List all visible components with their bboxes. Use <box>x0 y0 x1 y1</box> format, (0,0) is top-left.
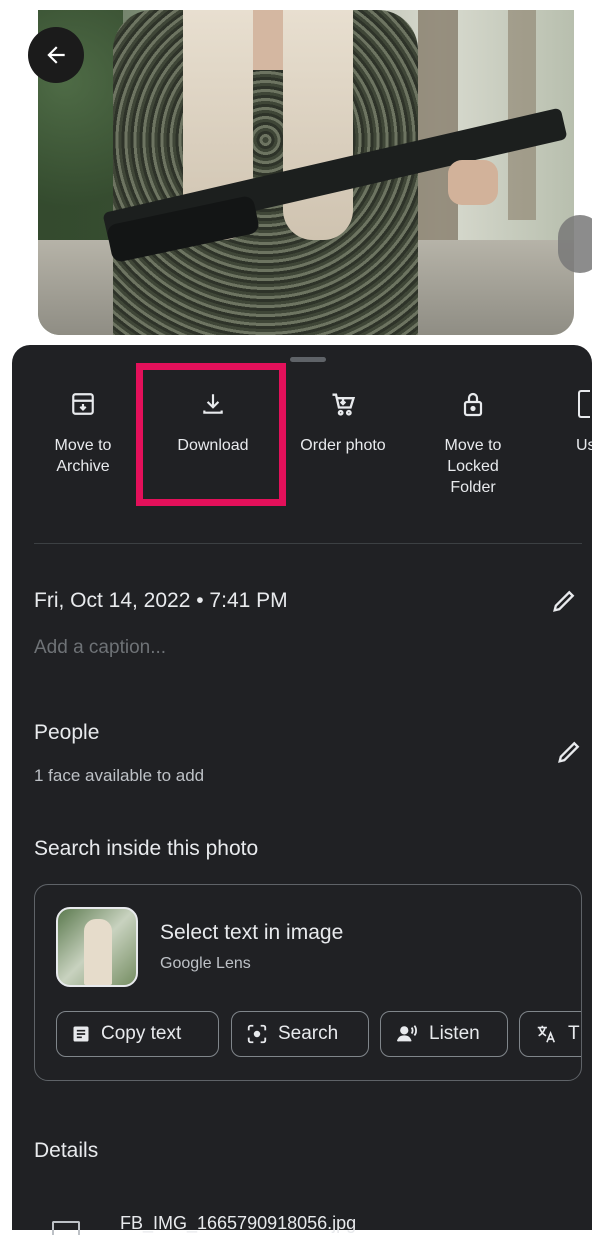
copy-text-chip[interactable]: Copy text <box>56 1011 219 1057</box>
translate-icon <box>537 1025 556 1043</box>
action-label: Order photo <box>300 437 386 454</box>
photo-tree <box>418 10 458 240</box>
people-subtitle[interactable]: 1 face available to add <box>34 766 204 786</box>
action-label: Us <box>576 437 592 454</box>
file-name: FB_IMG_1665790918056.jpg <box>120 1213 357 1233</box>
edit-datetime-button[interactable] <box>550 587 578 620</box>
action-label: Move to Locked Folder <box>444 437 502 496</box>
order-photo-button[interactable]: Order photo <box>278 387 408 456</box>
move-to-archive-button[interactable]: Move to Archive <box>18 387 148 477</box>
lock-icon <box>463 392 483 417</box>
more-icon <box>578 390 590 418</box>
photo-hand <box>448 160 498 205</box>
divider <box>34 543 582 544</box>
photo-datetime: Fri, Oct 14, 2022 • 7:41 PM <box>34 589 288 612</box>
chip-label: T <box>568 1023 580 1044</box>
people-heading: People <box>34 721 100 744</box>
thumbnail-figure <box>84 919 112 985</box>
arrow-left-icon <box>47 46 65 64</box>
google-lens-card[interactable]: Select text in image Google Lens Copy te… <box>34 884 582 1081</box>
pencil-icon <box>558 741 580 763</box>
next-photo-peek[interactable] <box>558 215 592 273</box>
back-button[interactable] <box>28 27 84 83</box>
info-sheet: Move to Archive Download Order photo Mov… <box>12 345 592 1235</box>
lens-thumbnail <box>56 907 138 987</box>
image-file-icon <box>52 1221 80 1235</box>
lens-title: Select text in image <box>160 921 344 944</box>
photo-person-hair <box>283 10 353 240</box>
pencil-icon <box>553 590 575 612</box>
lens-subtitle: Google Lens <box>160 955 251 972</box>
photo-preview[interactable] <box>38 10 574 335</box>
translate-chip[interactable]: T <box>519 1011 581 1057</box>
archive-icon <box>72 393 94 415</box>
chip-label: Copy text <box>101 1023 182 1044</box>
chip-label: Listen <box>429 1023 480 1044</box>
more-action-button[interactable]: Us <box>538 387 592 456</box>
chip-label: Search <box>278 1023 339 1044</box>
search-chip[interactable]: Search <box>231 1011 369 1057</box>
details-heading: Details <box>34 1139 99 1162</box>
sheet-drag-handle[interactable] <box>290 357 326 362</box>
caption-input[interactable]: Add a caption... <box>34 637 166 659</box>
action-label: Move to Archive <box>54 437 112 475</box>
search-inside-heading: Search inside this photo <box>34 837 259 860</box>
edit-people-button[interactable] <box>555 738 583 771</box>
cart-icon <box>332 393 356 416</box>
lens-search-icon <box>247 1024 267 1044</box>
listen-chip[interactable]: Listen <box>380 1011 508 1057</box>
move-to-locked-folder-button[interactable]: Move to Locked Folder <box>408 387 538 498</box>
document-icon <box>73 1026 89 1042</box>
speaker-person-icon <box>396 1025 417 1042</box>
download-highlight-box <box>136 363 286 506</box>
